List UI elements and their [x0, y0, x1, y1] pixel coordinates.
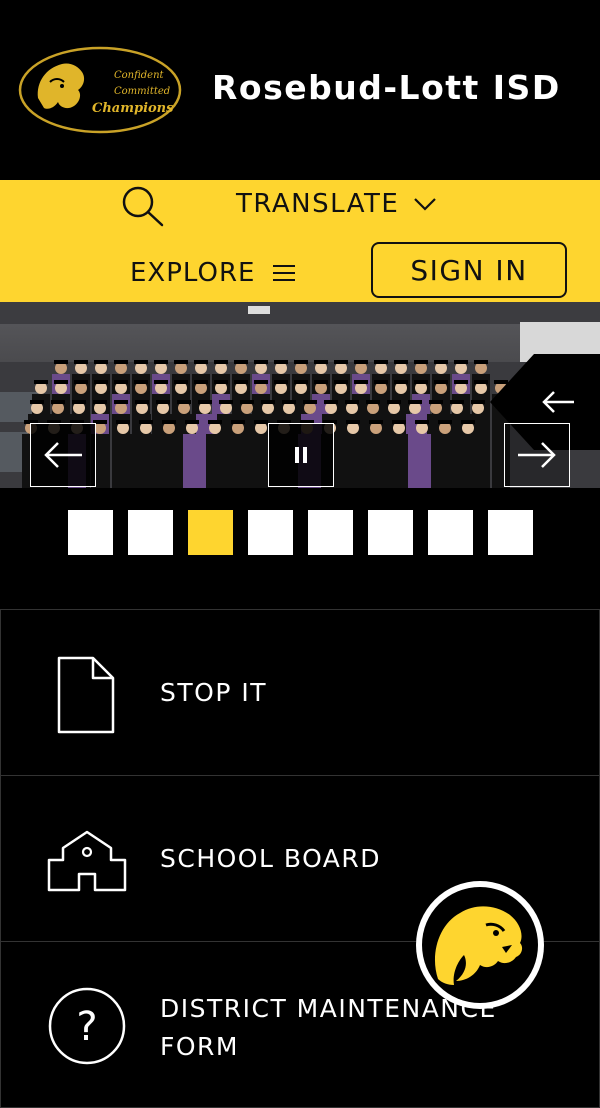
- slide-indicators: [68, 510, 533, 555]
- slide-indicator-dot[interactable]: [308, 510, 353, 555]
- pause-slideshow-button[interactable]: [268, 423, 334, 487]
- hero-slideshow: [0, 302, 600, 488]
- slide-indicator-dot[interactable]: [368, 510, 413, 555]
- sign-in-button[interactable]: SIGN IN: [371, 242, 567, 298]
- site-title[interactable]: Rosebud-Lott ISD: [212, 68, 561, 107]
- svg-text:?: ?: [76, 1004, 97, 1050]
- document-icon: [57, 656, 115, 734]
- mascot-chat-button[interactable]: [416, 881, 544, 1009]
- arrow-left-icon: [44, 442, 82, 468]
- quick-link-label: SCHOOL BOARD: [160, 844, 382, 873]
- school-building-icon: [47, 830, 127, 892]
- quick-link-stop-it[interactable]: STOP IT: [0, 610, 600, 776]
- slide-indicator-dot[interactable]: [188, 510, 233, 555]
- svg-text:Champions: Champions: [92, 101, 174, 116]
- search-icon: [122, 186, 164, 227]
- panther-mascot-icon: [422, 887, 538, 1003]
- slide-indicator-dot[interactable]: [68, 510, 113, 555]
- slide-indicator-dot[interactable]: [128, 510, 173, 555]
- svg-text:Committed: Committed: [114, 86, 170, 97]
- explore-label: EXPLORE: [130, 258, 256, 288]
- chevron-down-icon: [414, 198, 437, 211]
- translate-label: TRANSLATE: [236, 189, 400, 219]
- arrow-left-icon: [542, 391, 574, 413]
- arrow-right-icon: [518, 442, 556, 468]
- quick-link-label: STOP IT: [160, 678, 267, 707]
- quick-links-list: STOP IT SCHOOL BOARD ? DISTRICT MAINTENA…: [0, 609, 600, 1108]
- question-circle-icon: ?: [48, 987, 126, 1065]
- slide-indicator-dot[interactable]: [488, 510, 533, 555]
- next-slide-button[interactable]: [504, 423, 570, 487]
- slide-indicator-dot[interactable]: [428, 510, 473, 555]
- district-logo[interactable]: Confident Committed Champions: [18, 46, 182, 134]
- explore-menu-button[interactable]: EXPLORE: [130, 255, 296, 291]
- slide-indicator-dot[interactable]: [248, 510, 293, 555]
- search-button[interactable]: [116, 184, 168, 228]
- site-header: Confident Committed Champions Rosebud-Lo…: [0, 0, 600, 180]
- svg-text:Confident: Confident: [114, 70, 165, 81]
- pause-icon: [295, 447, 307, 463]
- previous-slide-button[interactable]: [30, 423, 96, 487]
- translate-dropdown[interactable]: TRANSLATE: [236, 186, 437, 222]
- hamburger-menu-icon: [273, 265, 296, 281]
